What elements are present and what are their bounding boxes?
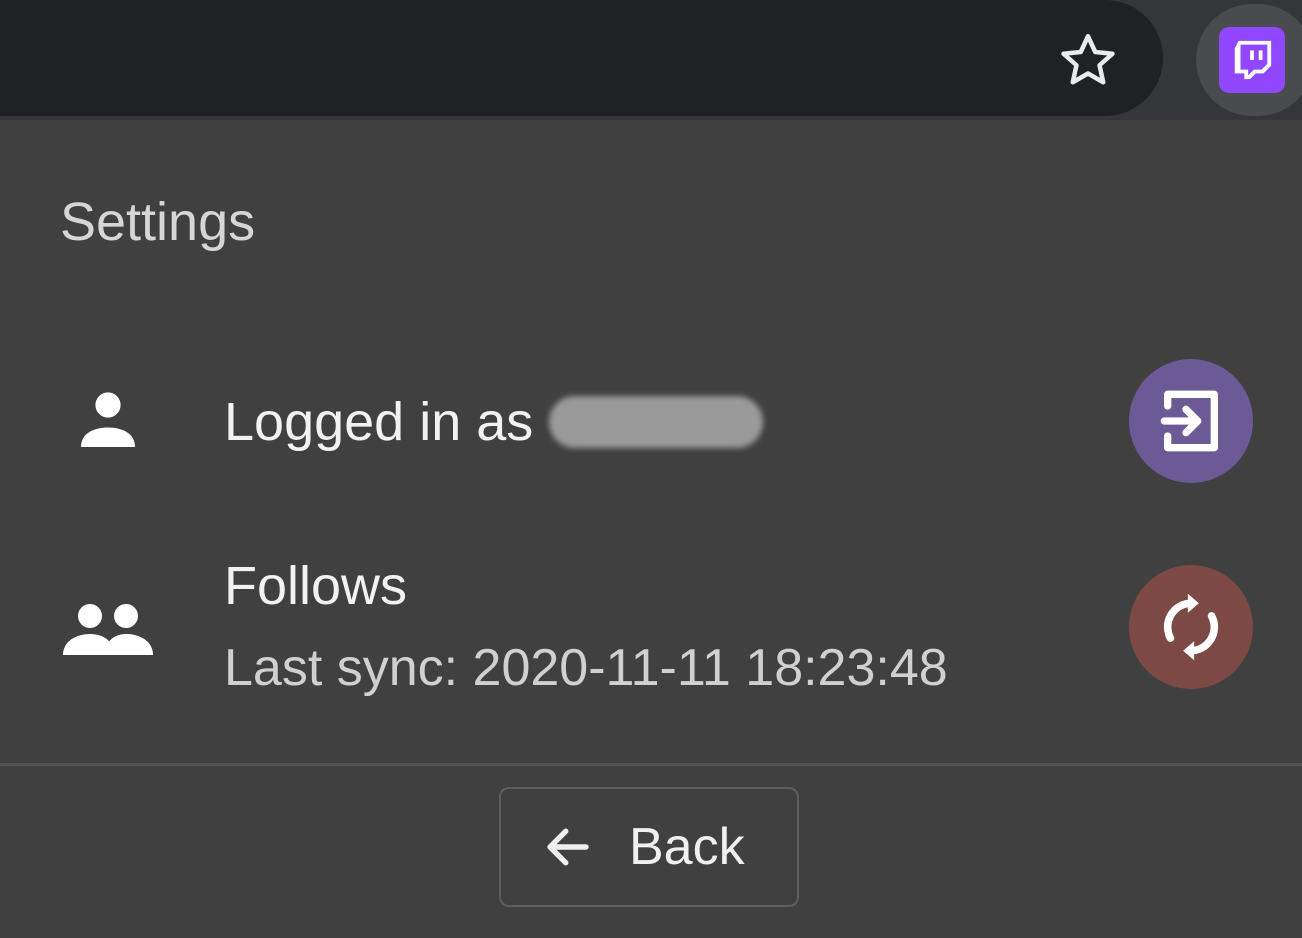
login-icon <box>1160 390 1218 452</box>
arrow-left-icon <box>547 828 589 866</box>
last-sync-text: Last sync: 2020-11-11 18:23:48 <box>224 639 948 697</box>
extension-tile <box>1219 27 1285 93</box>
settings-title: Settings <box>60 192 256 252</box>
people-icon <box>58 590 158 666</box>
logged-in-row: Logged in as <box>224 392 764 452</box>
settings-panel: Settings Logged in as Follows Last sync:… <box>0 120 1302 938</box>
sync-icon <box>1163 593 1219 661</box>
twitch-glitch-icon <box>1234 40 1272 80</box>
person-icon <box>70 382 146 458</box>
redacted-username <box>549 395 764 448</box>
star-outline-icon <box>1061 34 1115 85</box>
follows-label: Follows <box>224 556 408 616</box>
login-button[interactable] <box>1129 359 1253 483</box>
footer-divider <box>0 763 1302 766</box>
extension-button[interactable] <box>1196 4 1302 116</box>
back-label: Back <box>629 818 745 876</box>
browser-toolbar <box>0 0 1302 120</box>
back-button[interactable]: Back <box>499 787 799 907</box>
bookmark-button[interactable] <box>1050 22 1126 98</box>
sync-button[interactable] <box>1129 565 1253 689</box>
address-bar[interactable] <box>0 0 1163 116</box>
logged-in-label: Logged in as <box>224 392 534 452</box>
